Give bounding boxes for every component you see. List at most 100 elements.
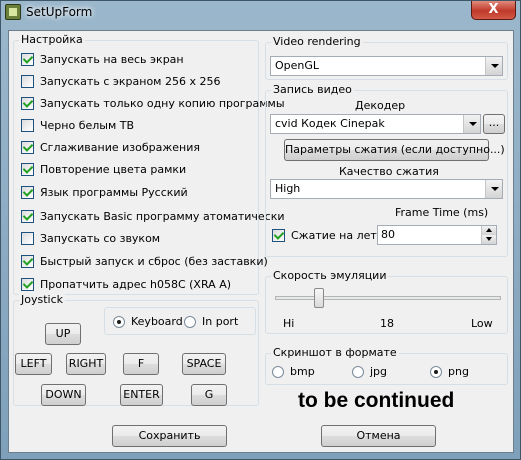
speed-slider-track[interactable] xyxy=(275,296,501,300)
checkbox-box[interactable] xyxy=(21,278,34,291)
radio-inport[interactable]: In port xyxy=(184,314,238,329)
checkbox-box[interactable] xyxy=(21,186,34,199)
checkbox-label: Пропатчить адрес h058C (XRA A) xyxy=(40,278,232,291)
checkbox-box[interactable] xyxy=(21,75,34,88)
checkbox-fast-start[interactable]: Быстрый запуск и сброс (без заставки) xyxy=(21,254,268,269)
window-title: SetUpForm xyxy=(26,5,93,19)
renderer-value: OpenGL xyxy=(275,59,320,72)
checkbox-smoothing[interactable]: Сглаживание изображения xyxy=(21,140,200,155)
radio-png-dot[interactable] xyxy=(430,365,442,378)
speed-hi-label: Hi xyxy=(283,317,295,330)
frame-time-spinner[interactable]: 80 xyxy=(377,225,497,245)
speed-low-label: Low xyxy=(471,317,493,330)
settings-group: Настройка Запускать на весь экран Запуск… xyxy=(13,33,285,295)
checkbox-russian[interactable]: Язык программы Русский xyxy=(21,185,188,200)
joystick-enter-button[interactable]: ENTER xyxy=(120,384,163,406)
checkbox-box[interactable] xyxy=(21,210,34,223)
joystick-right-button[interactable]: RIGHT xyxy=(66,353,106,375)
app-icon xyxy=(5,4,21,20)
checkbox-sound[interactable]: Запускать со звуком xyxy=(21,231,160,246)
joystick-g-button[interactable]: G xyxy=(191,384,227,406)
quality-value: High xyxy=(275,182,301,195)
checkbox-label: Запускать только одну копию программы xyxy=(40,97,285,110)
spin-up-icon[interactable] xyxy=(481,226,496,235)
joystick-up-button[interactable]: UP xyxy=(45,323,81,345)
checkbox-label: Сглаживание изображения xyxy=(40,141,200,154)
joystick-left-button[interactable]: LEFT xyxy=(15,353,52,375)
checkbox-label: Запускать с экраном 256 x 256 xyxy=(40,75,221,88)
speed-slider-thumb[interactable] xyxy=(314,288,324,308)
joystick-down-button[interactable]: DOWN xyxy=(41,384,86,406)
checkbox-patch-address[interactable]: Пропатчить адрес h058C (XRA A) xyxy=(21,277,231,292)
title-bar[interactable]: SetUpForm X xyxy=(1,1,520,29)
video-rendering-title: Video rendering xyxy=(271,35,363,49)
close-button[interactable]: X xyxy=(471,1,516,20)
emulation-speed-group: Скорость эмуляции Hi 18 Low xyxy=(265,269,508,334)
joystick-f-button[interactable]: F xyxy=(123,353,159,375)
radio-keyboard[interactable]: Keyboard xyxy=(113,314,183,329)
frame-time-value: 80 xyxy=(381,228,395,241)
checkbox-box[interactable] xyxy=(21,119,34,132)
video-record-title: Запись видео xyxy=(271,83,354,97)
cancel-button[interactable]: Отмена xyxy=(321,425,436,447)
quality-label: Качество сжатия xyxy=(339,165,439,178)
quality-select[interactable]: High xyxy=(270,179,503,199)
checkbox-screen-256[interactable]: Запускать с экраном 256 x 256 xyxy=(21,74,220,89)
checkbox-box[interactable] xyxy=(21,163,34,176)
joystick-group-title: Joystick xyxy=(19,293,66,307)
client-area: Настройка Запускать на весь экран Запуск… xyxy=(8,30,514,453)
checkbox-bw-tv[interactable]: Черно белым ТВ xyxy=(21,118,134,133)
checkbox-label: Быстрый запуск и сброс (без заставки) xyxy=(40,255,268,268)
decoder-select[interactable]: cvid Кодек Cinepak xyxy=(270,114,481,134)
checkbox-box[interactable] xyxy=(21,232,34,245)
joystick-space-button[interactable]: SPACE xyxy=(182,353,226,375)
checkbox-label: Запускать на весь экран xyxy=(40,53,184,66)
checkbox-border-color[interactable]: Повторение цвета рамки xyxy=(21,162,186,177)
decoder-label: Декодер xyxy=(355,99,406,112)
radio-jpg[interactable]: jpg xyxy=(352,364,387,379)
save-button[interactable]: Сохранить xyxy=(112,425,227,447)
compression-params-button[interactable]: Параметры сжатия (если доступно...) xyxy=(284,139,505,161)
checkbox-label: Повторение цвета рамки xyxy=(40,163,187,176)
joystick-mode-group: Keyboard In port xyxy=(104,307,256,335)
checkbox-box[interactable] xyxy=(21,97,34,110)
checkbox-label: Запускать со звуком xyxy=(40,232,161,245)
decoder-browse-button[interactable]: ... xyxy=(483,114,505,134)
chevron-down-icon[interactable] xyxy=(463,115,480,133)
radio-bmp-label: bmp xyxy=(290,365,315,378)
screenshot-format-title: Скриншот в формате xyxy=(271,346,399,360)
radio-bmp-dot[interactable] xyxy=(272,365,284,378)
radio-png-label: png xyxy=(448,365,469,378)
video-record-group: Запись видео Декодер cvid Кодек Cinepak … xyxy=(265,83,508,257)
checkbox-box[interactable] xyxy=(21,53,34,66)
checkbox-compress-on-fly[interactable]: Сжатие на лету xyxy=(272,228,383,243)
emulation-speed-title: Скорость эмуляции xyxy=(271,269,389,283)
chevron-down-icon[interactable] xyxy=(485,180,502,198)
radio-inport-dot[interactable] xyxy=(184,315,196,328)
checkbox-label: Черно белым ТВ xyxy=(40,119,135,132)
checkbox-box[interactable] xyxy=(21,141,34,154)
checkbox-basic-autorun[interactable]: Запускать Basic программу атоматически xyxy=(21,209,285,224)
radio-jpg-label: jpg xyxy=(370,365,388,378)
checkbox-box[interactable] xyxy=(21,255,34,268)
checkbox-fullscreen[interactable]: Запускать на весь экран xyxy=(21,52,184,67)
checkbox-label: Запускать Basic программу атоматически xyxy=(40,210,285,223)
chevron-down-icon[interactable] xyxy=(485,57,502,75)
radio-keyboard-label: Keyboard xyxy=(131,315,183,328)
decoder-value: cvid Кодек Cinepak xyxy=(275,117,385,130)
radio-png[interactable]: png xyxy=(430,364,469,379)
speed-mid-label: 18 xyxy=(380,317,394,330)
radio-jpg-dot[interactable] xyxy=(352,365,364,378)
joystick-group: Joystick Keyboard In port UP LEFT RIGHT … xyxy=(13,293,259,406)
checkbox-single-instance[interactable]: Запускать только одну копию программы xyxy=(21,96,285,111)
screenshot-format-group: Скриншот в формате bmp jpg png xyxy=(265,346,508,385)
video-rendering-group: Video rendering OpenGL xyxy=(265,35,508,80)
radio-inport-label: In port xyxy=(202,315,239,328)
checkbox-box[interactable] xyxy=(272,229,285,242)
spin-down-icon[interactable] xyxy=(481,235,496,244)
radio-bmp[interactable]: bmp xyxy=(272,364,315,379)
checkbox-label: Сжатие на лету xyxy=(291,229,384,242)
radio-keyboard-dot[interactable] xyxy=(113,315,125,328)
checkbox-label: Язык программы Русский xyxy=(40,186,188,199)
renderer-select[interactable]: OpenGL xyxy=(270,56,503,76)
